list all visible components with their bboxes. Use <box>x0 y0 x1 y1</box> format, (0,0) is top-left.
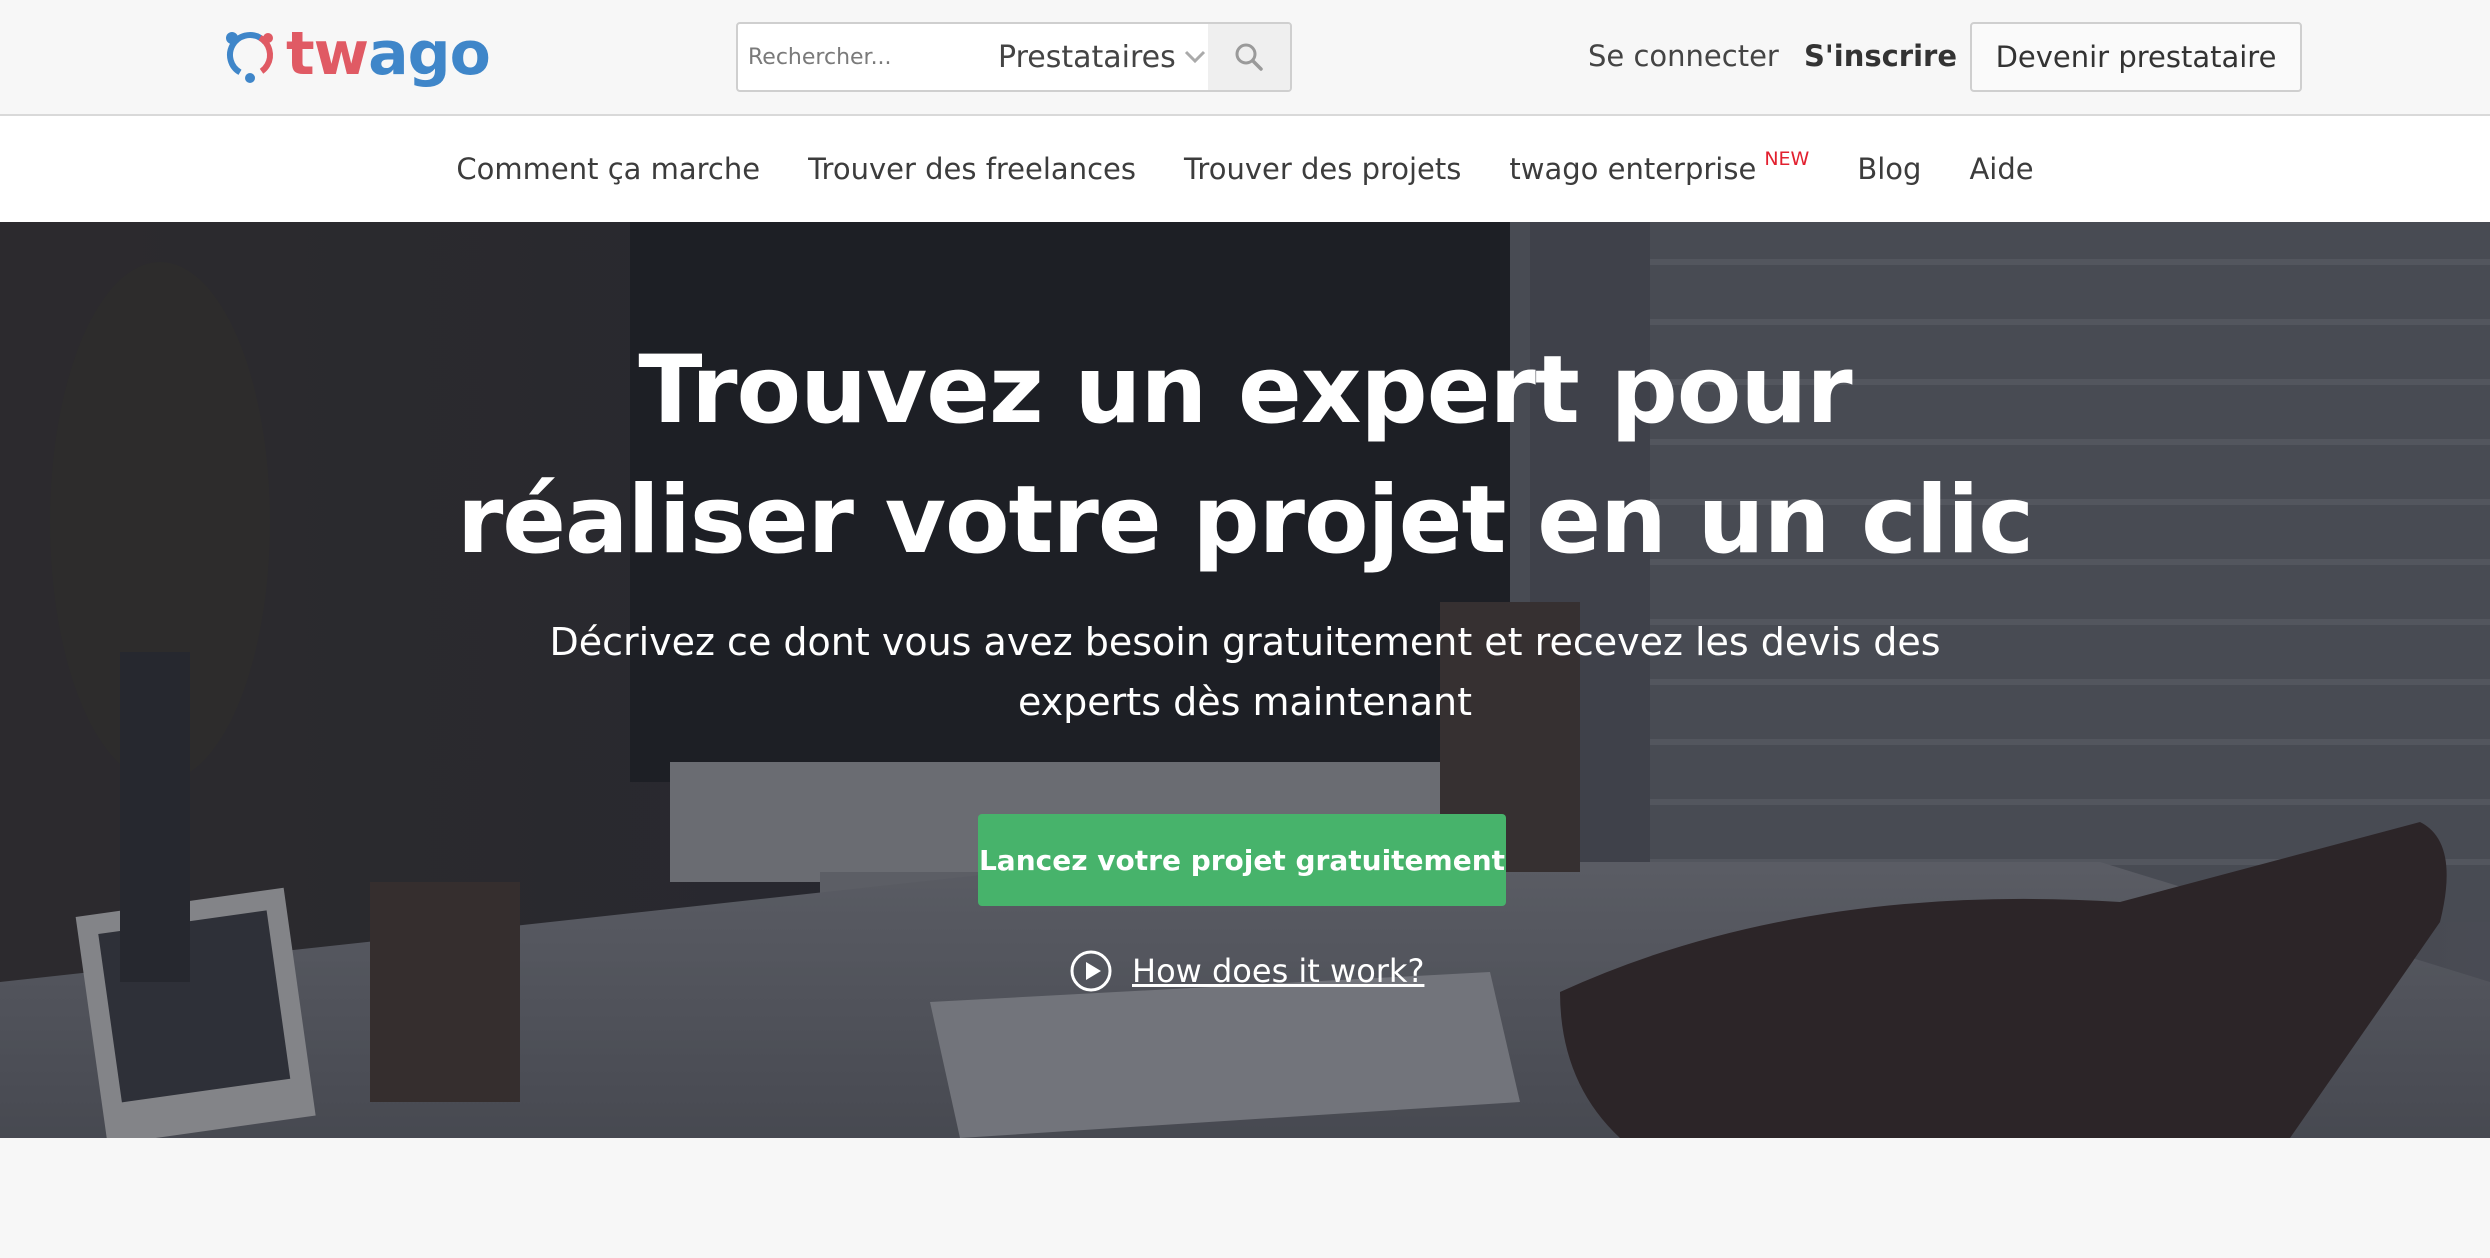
new-badge: NEW <box>1764 148 1810 170</box>
play-circle-icon <box>1070 950 1112 992</box>
hero-title-line2: réaliser votre projet en un clic <box>456 466 2034 575</box>
how-it-works-label: How does it work? <box>1132 952 1425 990</box>
nav-item-blog[interactable]: Blog <box>1857 152 1921 186</box>
launch-project-button[interactable]: Lancez votre projet gratuitement <box>978 814 1506 906</box>
become-provider-button[interactable]: Devenir prestataire <box>1970 22 2302 92</box>
hero-title: Trouvez un expert pour réaliser votre pr… <box>0 326 2490 586</box>
nav-item-help[interactable]: Aide <box>1969 152 2033 186</box>
search-category-value: Prestataires <box>998 39 1176 75</box>
top-header: twago Prestataires Se connecter S'inscri… <box>0 0 2490 116</box>
login-link[interactable]: Se connecter <box>1588 36 1779 76</box>
main-nav: Comment ça marche Trouver des freelances… <box>0 116 2490 222</box>
nav-item-find-projects[interactable]: Trouver des projets <box>1184 152 1461 186</box>
main-nav-list: Comment ça marche Trouver des freelances… <box>456 148 2033 186</box>
nav-item-enterprise[interactable]: twago enterprise NEW <box>1509 148 1809 186</box>
hero-title-line1: Trouvez un expert pour <box>638 336 1852 445</box>
search-icon <box>1235 43 1263 71</box>
search-button[interactable] <box>1207 24 1290 90</box>
hero-subtitle-line1: Décrivez ce dont vous avez besoin gratui… <box>549 620 1941 664</box>
nav-item-enterprise-label: twago enterprise <box>1509 152 1757 186</box>
logo-text-tw: tw <box>286 19 369 89</box>
nav-item-how-it-works[interactable]: Comment ça marche <box>456 152 760 186</box>
logo-text-ago: ago <box>368 19 491 89</box>
signup-link[interactable]: S'inscrire <box>1804 36 1957 76</box>
nav-item-find-freelancers[interactable]: Trouver des freelances <box>808 152 1136 186</box>
hero-subtitle: Décrivez ce dont vous avez besoin gratui… <box>500 612 1990 732</box>
search-bar: Prestataires <box>736 22 1292 92</box>
twago-logo[interactable]: twago <box>220 18 491 90</box>
page-content-area <box>0 1138 2490 1258</box>
hero-subtitle-line2: experts dès maintenant <box>1017 680 1473 724</box>
search-input[interactable] <box>738 24 998 90</box>
logo-text: twago <box>286 18 491 90</box>
search-category-select[interactable]: Prestataires <box>998 24 1208 90</box>
chevron-down-icon <box>1184 50 1205 64</box>
how-it-works-link[interactable]: How does it work? <box>1070 950 1424 992</box>
hero-section: Trouvez un expert pour réaliser votre pr… <box>0 222 2490 1138</box>
logo-mark-icon <box>226 32 273 83</box>
hero-content: Trouvez un expert pour réaliser votre pr… <box>0 222 2490 1138</box>
